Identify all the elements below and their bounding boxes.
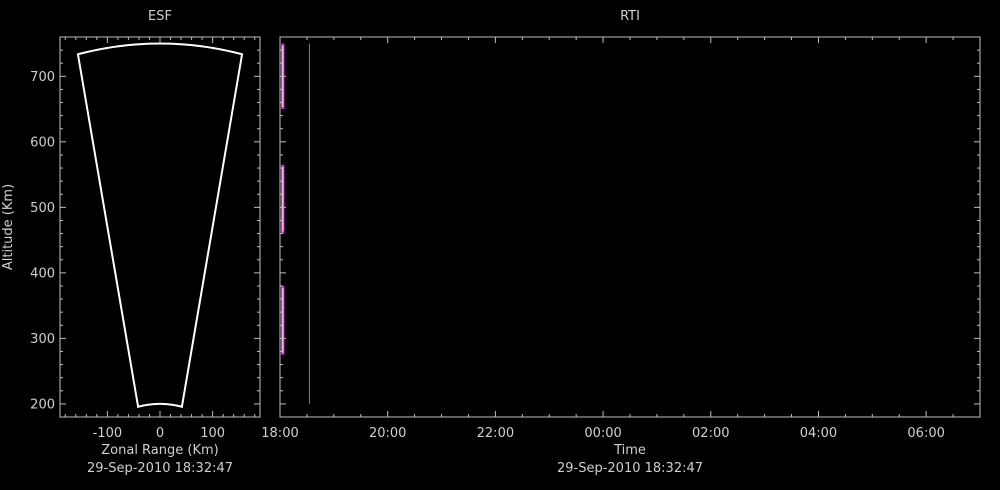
rti-x-tick-label: 18:00 <box>261 426 298 441</box>
figure: ESF -100 0 100 200 300 400 500 600 700 Zonal Ra… <box>1 9 981 476</box>
esf-x-tick-label: 100 <box>200 426 225 441</box>
esf-plot-frame <box>59 36 261 418</box>
esf-x-tick-label: -100 <box>93 426 123 441</box>
rti-plot-frame <box>279 36 981 418</box>
esf-y-tick-label: 300 <box>30 332 55 347</box>
esf-y-tick-label: 200 <box>30 397 55 412</box>
esf-fan-outline <box>76 42 244 408</box>
rti-echo-bands <box>281 43 285 355</box>
rti-x-tick-label: 02:00 <box>692 426 729 441</box>
rti-echo-core <box>282 166 284 232</box>
esf-y-tick-label: 600 <box>30 135 55 150</box>
rti-x-tick-label: 20:00 <box>369 426 406 441</box>
rti-title: RTI <box>620 9 640 24</box>
esf-y-tick-label: 400 <box>30 266 55 281</box>
rti-y-axis <box>280 49 980 405</box>
esf-y-tick-label: 700 <box>30 70 55 85</box>
esf-x-tick-label: 0 <box>156 426 164 441</box>
rti-date-label: 29-Sep-2010 18:32:47 <box>557 461 703 476</box>
esf-fan-path <box>76 42 244 408</box>
rti-x-axis: 18:00 20:00 22:00 00:00 02:00 04:00 06:00 <box>261 37 981 441</box>
esf-title: ESF <box>148 9 172 24</box>
esf-panel: ESF -100 0 100 200 300 400 500 600 700 Zonal Ra… <box>1 9 261 476</box>
esf-ylabel: Altitude (Km) <box>1 184 16 270</box>
esf-date-label: 29-Sep-2010 18:32:47 <box>87 461 233 476</box>
rti-panel: RTI 18:00 20:00 22:00 00:00 02:00 04:00 06:00 … <box>261 9 981 476</box>
rti-x-tick-label: 04:00 <box>800 426 837 441</box>
esf-xlabel: Zonal Range (Km) <box>101 443 218 458</box>
rti-echo-core <box>282 287 284 353</box>
rti-x-tick-label: 22:00 <box>477 426 514 441</box>
rti-xlabel: Time <box>613 443 646 458</box>
rti-x-tick-label: 06:00 <box>907 426 944 441</box>
esf-y-axis: 200 300 400 500 600 700 <box>30 49 260 412</box>
esf-y-tick-label: 500 <box>30 201 55 216</box>
esf-x-axis: -100 0 100 <box>64 37 256 441</box>
rti-x-tick-label: 00:00 <box>584 426 621 441</box>
